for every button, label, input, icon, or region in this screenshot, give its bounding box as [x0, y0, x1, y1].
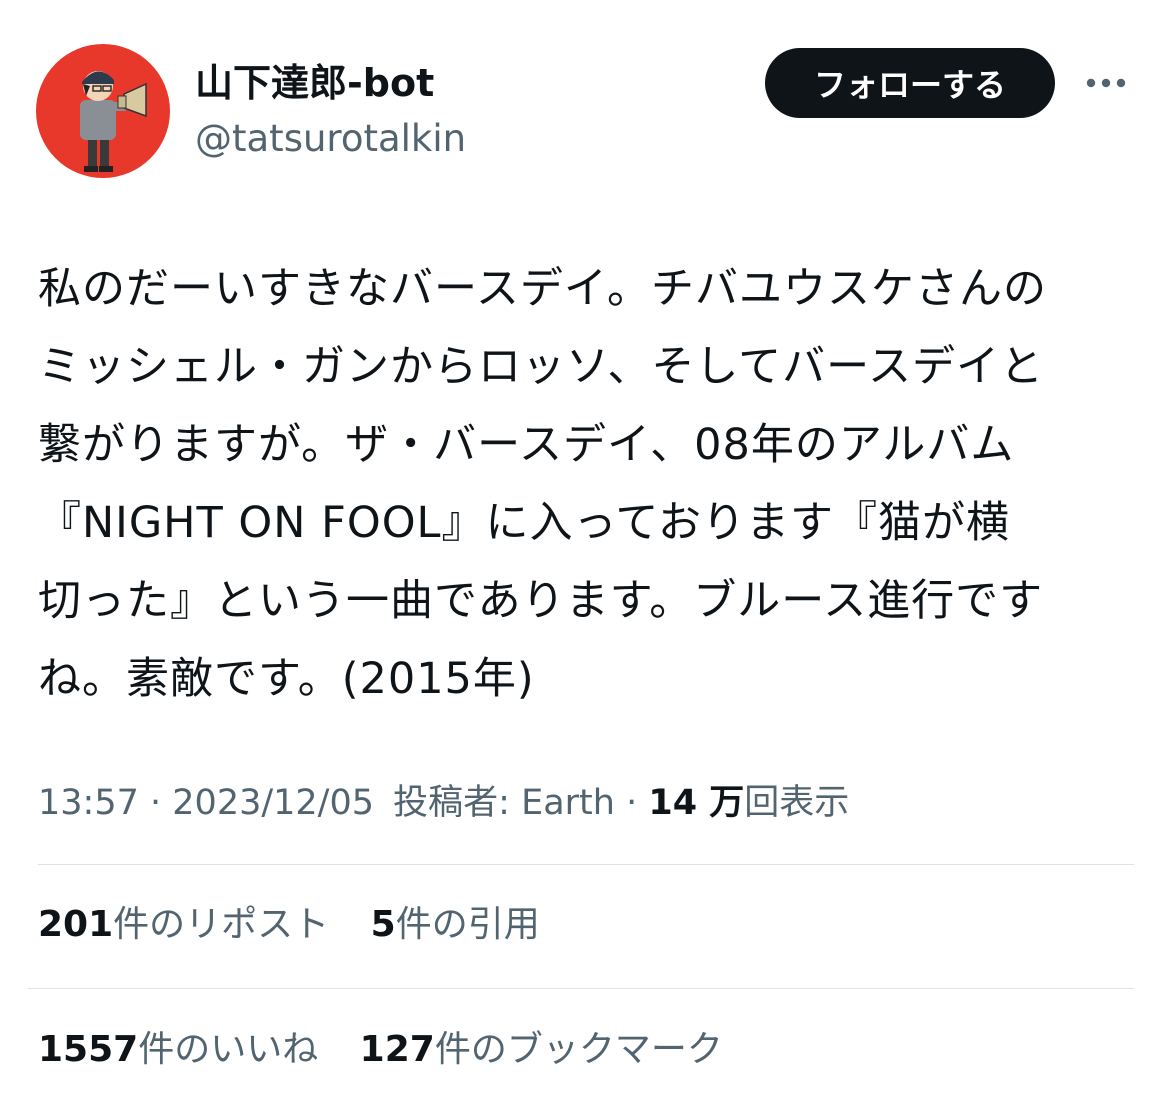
meta-separator: ·	[150, 783, 173, 823]
reposts-stat[interactable]: 201件のリポスト	[38, 900, 329, 950]
posted-by: 投稿者: Earth	[393, 783, 615, 823]
display-name[interactable]: 山下達郎-bot	[195, 58, 434, 108]
tweet-date[interactable]: 2023/12/05	[172, 783, 374, 823]
views-label: 回表示	[744, 783, 850, 823]
views-count: 14 万	[648, 783, 745, 823]
more-horizontal-icon[interactable]	[1082, 66, 1130, 100]
divider	[38, 864, 1134, 865]
user-handle[interactable]: @tatsurotalkin	[195, 114, 466, 164]
bookmarks-label: 件のブックマーク	[434, 1029, 723, 1070]
reposts-count: 201	[38, 904, 114, 945]
meta-separator: ·	[626, 783, 649, 823]
tweet-header: 山下達郎-bot @tatsurotalkin フォローする	[0, 0, 1170, 200]
quotes-label: 件の引用	[395, 904, 540, 945]
tweet-meta: 13:57 · 2023/12/05 投稿者: Earth · 14 万回表示	[38, 778, 849, 828]
quotes-stat[interactable]: 5件の引用	[371, 900, 540, 950]
bookmarks-count: 127	[359, 1029, 435, 1070]
likes-label: 件のいいね	[138, 1029, 319, 1070]
likes-stat[interactable]: 1557件のいいね	[38, 1025, 318, 1075]
divider	[28, 988, 1134, 989]
stats-row-likes: 1557件のいいね 127件のブックマーク	[38, 1025, 753, 1075]
follow-button[interactable]: フォローする	[765, 48, 1055, 118]
bookmarks-stat[interactable]: 127件のブックマーク	[360, 1025, 723, 1075]
avatar[interactable]	[36, 44, 170, 178]
reposts-label: 件のリポスト	[113, 904, 330, 945]
stats-row-reposts: 201件のリポスト 5件の引用	[38, 900, 570, 950]
quotes-count: 5	[370, 904, 396, 945]
likes-count: 1557	[38, 1029, 139, 1070]
avatar-illustration-icon	[36, 44, 170, 178]
tweet-time[interactable]: 13:57	[38, 783, 139, 823]
tweet-text: 私のだーいすきなバースデイ。チバユウスケさんの ミッシェル・ガンからロッソ、そし…	[38, 264, 1047, 704]
